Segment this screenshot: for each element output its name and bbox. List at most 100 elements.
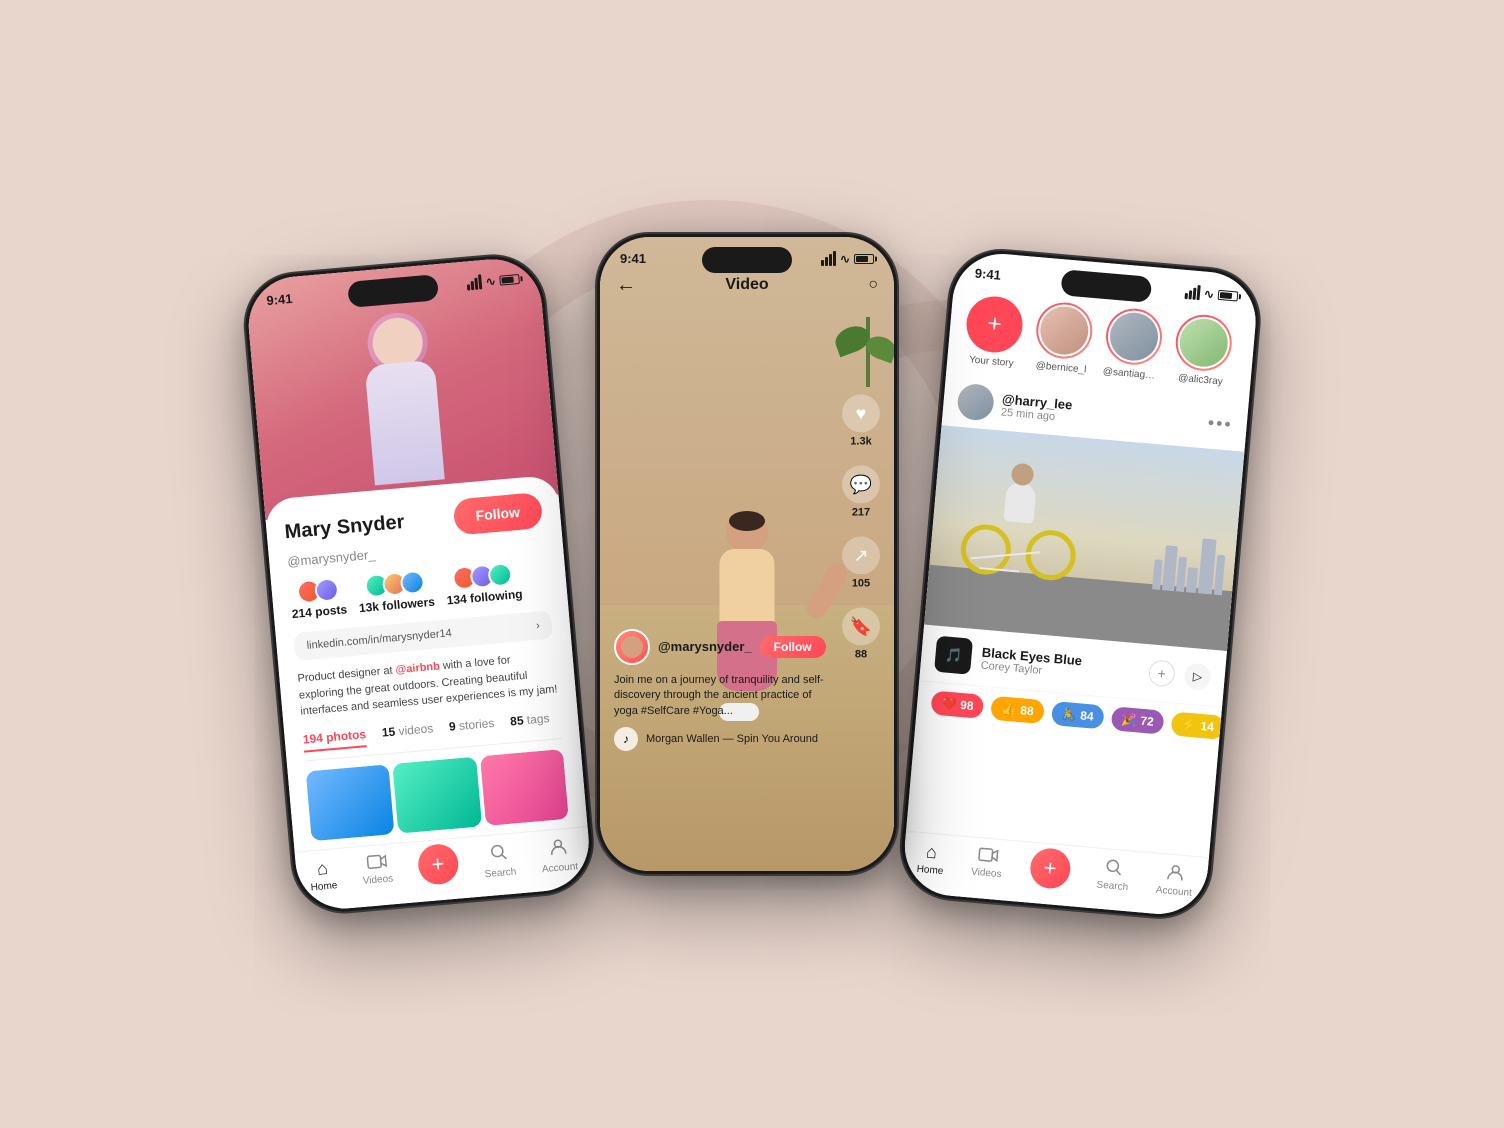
account-icon-3 [1165, 863, 1185, 885]
videos-label-3: Videos [971, 867, 1002, 881]
photo-1[interactable] [306, 764, 395, 841]
album-icon: 🎵 [944, 646, 963, 664]
wifi-3: ∿ [1203, 286, 1214, 301]
bio-mention: @airbnb [395, 660, 440, 676]
nav-search-1[interactable]: Search [482, 842, 517, 881]
followers-count-val: 13k [358, 600, 379, 616]
followers-stat: 13k followers [356, 569, 435, 615]
posts-count: 214 posts [291, 602, 347, 621]
comment-count: 217 [852, 506, 870, 518]
reaction-bolt[interactable]: ⚡ 14 [1171, 711, 1225, 739]
search-label-1: Search [484, 867, 517, 881]
comment-action[interactable]: 💬 217 [842, 465, 880, 518]
story-ring-1 [1034, 300, 1095, 361]
music-play-button[interactable]: ▷ [1184, 662, 1212, 690]
link-text: linkedin.com/in/marysnyder14 [306, 627, 452, 652]
followers-label: followers [382, 595, 436, 614]
video-user-bar: @marysnyder_ Follow Join me on a journey… [614, 629, 834, 751]
post-user-info: @harry_lee 25 min ago [1000, 391, 1073, 424]
tab-stories-count: 9 [448, 719, 456, 734]
video-music-bar: ♪ Morgan Wallen — Spin You Around [614, 727, 834, 751]
share-action[interactable]: ↗ 105 [842, 536, 880, 589]
tab-videos[interactable]: 15 videos [381, 721, 434, 745]
photo-2[interactable] [393, 756, 482, 833]
nav-videos-1[interactable]: Videos [361, 852, 394, 891]
reaction-thumbs[interactable]: 👍 88 [990, 696, 1044, 724]
video-creator-avatar[interactable] [614, 629, 650, 665]
video-username: @marysnyder_ [658, 639, 752, 654]
nav-account-1[interactable]: Account [539, 836, 578, 875]
nav-account-3[interactable]: Account [1155, 862, 1194, 901]
back-button[interactable]: ← [616, 274, 636, 297]
video-search-icon[interactable]: ○ [868, 276, 878, 294]
story-label-1: @bernice_l [1035, 360, 1087, 375]
following-count-val: 134 [446, 592, 467, 608]
reaction-party[interactable]: 🎉 72 [1111, 706, 1165, 734]
yoga-torso [720, 549, 775, 629]
phone-video: 9:41 ∿ ← Video [597, 234, 897, 874]
nav-home-3[interactable]: ⌂ Home [916, 841, 946, 879]
fng-av-inner-3 [490, 564, 512, 586]
like-count: 1.3k [850, 435, 871, 447]
story-add-button[interactable]: + [964, 294, 1025, 355]
status-bar-2: 9:41 ∿ [600, 237, 894, 270]
reaction-bike[interactable]: 🚴 84 [1050, 701, 1104, 729]
nav-add-3[interactable]: + [1028, 851, 1071, 890]
photo-3[interactable] [480, 749, 569, 826]
story-inner-2 [1106, 309, 1162, 365]
thumbs-emoji: 👍 [1001, 702, 1017, 717]
story-santiago[interactable]: @santiago18 [1102, 306, 1164, 382]
feed-screen: 9:41 ∿ [901, 250, 1260, 918]
s4 [833, 251, 836, 266]
story-ring-3 [1173, 312, 1234, 373]
reaction-heart[interactable]: ❤️ 98 [930, 690, 984, 718]
nav-home-1[interactable]: ⌂ Home [308, 857, 338, 895]
status-icons-3: ∿ [1184, 284, 1238, 304]
video-title: Video [725, 276, 768, 294]
story-bernice[interactable]: @bernice_l [1033, 300, 1095, 376]
post-avatar [956, 383, 995, 422]
videos-icon-3 [977, 846, 999, 867]
tab-tags[interactable]: 85 tags [510, 711, 551, 734]
tab-stories[interactable]: 9 stories [448, 715, 495, 739]
like-action[interactable]: ♥ 1.3k [842, 394, 880, 447]
profile-screen: 9:41 ∿ [245, 255, 593, 912]
phone-feed-screen: 9:41 ∿ [901, 250, 1260, 918]
figure-body [365, 360, 445, 486]
nav-videos-3[interactable]: Videos [970, 846, 1003, 885]
fol-av-3 [400, 569, 426, 595]
home-label-1: Home [310, 880, 338, 893]
story-av-1 [1038, 305, 1090, 357]
wifi-2: ∿ [840, 252, 850, 266]
video-sidebar: ♥ 1.3k 💬 217 ↗ 105 🔖 88 [842, 394, 880, 660]
follow-button[interactable]: Follow [452, 492, 543, 536]
heart-count: 98 [960, 698, 975, 713]
following-avatars [452, 562, 514, 591]
save-action[interactable]: 🔖 88 [842, 607, 880, 660]
story-add[interactable]: + Your story [963, 294, 1025, 370]
nav-add-1[interactable]: + [417, 847, 460, 886]
rider-body [1003, 481, 1036, 523]
signal-1 [466, 274, 482, 290]
music-add-button[interactable]: + [1148, 659, 1176, 687]
home-icon-1: ⌂ [316, 858, 329, 880]
nav-search-3[interactable]: Search [1096, 857, 1131, 896]
post-avatar-img [956, 383, 995, 422]
battery-1 [499, 273, 520, 285]
bolt-count: 14 [1200, 719, 1215, 734]
tab-photos[interactable]: 194 photos [302, 727, 367, 752]
posts-label: posts [315, 602, 348, 619]
story-inner-1 [1036, 302, 1092, 358]
yoga-hair [729, 511, 765, 531]
add-button-1[interactable]: + [416, 843, 459, 886]
heart-emoji: ❤️ [941, 696, 957, 711]
search-icon-1 [489, 842, 509, 866]
account-icon-1 [548, 837, 568, 861]
post-menu[interactable]: ••• [1207, 412, 1234, 435]
add-button-3[interactable]: + [1028, 847, 1071, 890]
story-alic3ray[interactable]: @alic3ray [1172, 312, 1234, 388]
battery-3 [1218, 289, 1239, 301]
phones-container: 9:41 ∿ [267, 239, 1237, 889]
tab-videos-count: 15 [381, 724, 396, 739]
video-follow-button[interactable]: Follow [760, 636, 826, 658]
